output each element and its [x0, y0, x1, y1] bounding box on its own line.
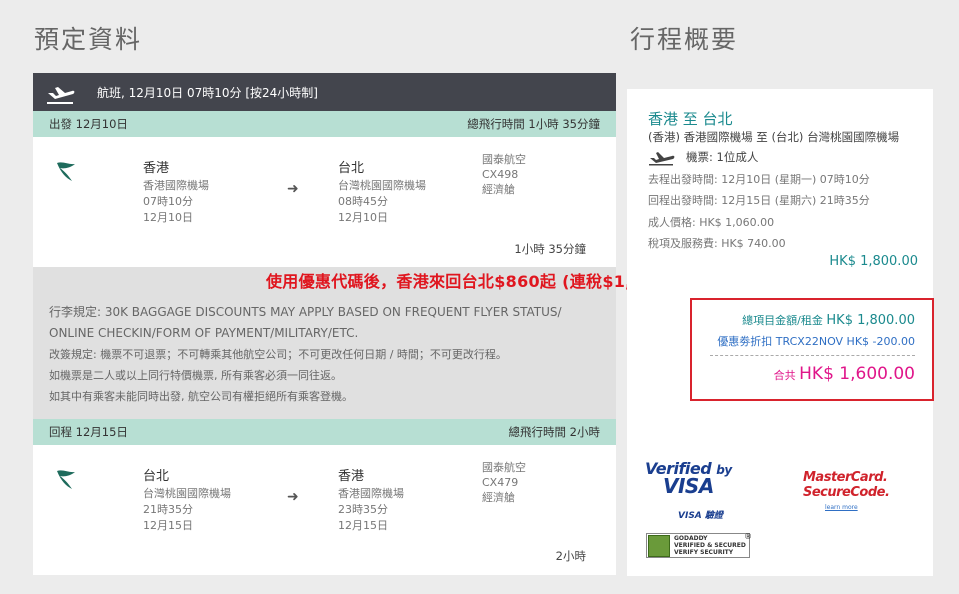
origin-time: 21時35分 [143, 503, 193, 516]
flight-header-text: 航班, 12月10日 07時10分 [按24小時制] [97, 85, 318, 100]
discount-line: 優惠劵折扣 TRCX22NOV HK$ -200.00 [717, 335, 915, 348]
plane-icon [47, 87, 75, 104]
depart-time: 去程出發時間: 12月10日 (星期一) 07時10分 [648, 173, 870, 186]
godaddy-seal[interactable]: GODADDY VERIFIED & SECURED VERIFY SECURI… [646, 533, 750, 558]
subtotal-amount: HK$ 1,800.00 [829, 254, 918, 269]
change-rule: 改簽規定: 機票不可退票；不可轉乘其他航空公司；不可更改任何日期 / 時間；不可… [49, 348, 507, 361]
destination-time: 08時45分 [338, 195, 388, 208]
cathay-logo-icon [57, 162, 75, 181]
inbound-flight-info: 國泰航空 CX479 經濟艙 [482, 460, 526, 505]
destination-date: 12月10日 [338, 211, 388, 224]
return-time: 回程出發時間: 12月15日 (星期六) 21時35分 [648, 194, 870, 207]
visa-verify-link[interactable]: VISA 驗證 [678, 508, 723, 521]
destination-city: 香港 [338, 469, 365, 484]
origin-airport: 台灣桃園國際機場 [143, 487, 231, 500]
grand-total-label: 合共 [773, 369, 796, 382]
destination-city: 台北 [338, 161, 365, 176]
summary-airports: (香港) 香港國際機場 至 (台北) 台灣桃園國際機場 [648, 130, 900, 144]
airline-name: 國泰航空 [482, 461, 526, 474]
flight-number: CX479 [482, 476, 519, 489]
destination-airport: 香港國際機場 [338, 487, 404, 500]
origin-date: 12月10日 [143, 211, 193, 224]
grand-total-line: 合共 HK$ 1,600.00 [774, 364, 915, 384]
right-arrow-icon: ➜ [287, 489, 299, 505]
adult-price: 成人價格: HK$ 1,060.00 [648, 216, 775, 229]
mastercard-securecode-logo[interactable]: MasterCard. SecureCode. [803, 470, 890, 500]
gd-brand: GODADDY [674, 535, 708, 542]
origin-date: 12月15日 [143, 519, 193, 532]
verified-by-visa-logo[interactable]: Verified by VISA [645, 459, 732, 498]
flight-number: CX498 [482, 168, 519, 181]
inbound-destination: 香港 香港國際機場 23時35分 12月15日 [338, 469, 404, 534]
destination-airport: 台灣桃園國際機場 [338, 179, 426, 192]
outbound-date: 出發 12月10日 [49, 117, 128, 131]
origin-city: 台北 [143, 469, 170, 484]
destination-time: 23時35分 [338, 503, 388, 516]
itinerary-summary-title: 行程概要 [630, 25, 739, 54]
outbound-duration: 1小時 35分鐘 [514, 242, 586, 256]
ticket-count-label: 機票: 1位成人 [686, 150, 759, 164]
gd-verified: VERIFIED & SECURED [674, 542, 746, 549]
inbound-total-duration: 總飛行時間 2小時 [508, 425, 600, 439]
lock-icon [648, 534, 670, 557]
mc-securecode: SecureCode. [803, 485, 890, 500]
registered-mark: ® [744, 532, 752, 541]
inbound-date: 回程 12月15日 [49, 425, 128, 439]
origin-city: 香港 [143, 161, 170, 176]
inbound-origin: 台北 台灣桃園國際機場 21時35分 12月15日 [143, 469, 231, 534]
booking-details-title: 預定資料 [34, 25, 143, 54]
inbound-bar: 回程 12月15日 總飛行時間 2小時 [33, 419, 616, 445]
baggage-rule: 行李規定: 30K BAGGAGE DISCOUNTS MAY APPLY BA… [49, 305, 562, 340]
cathay-logo-icon [57, 470, 75, 489]
summary-route: 香港 至 台北 [648, 110, 733, 128]
outbound-bar: 出發 12月10日 總飛行時間 1小時 35分鐘 [33, 111, 616, 137]
divider [710, 355, 915, 356]
total-label: 總項目金額/租金 [742, 314, 823, 327]
flight-header: 航班, 12月10日 07時10分 [按24小時制] [33, 73, 616, 111]
gd-verify: VERIFY SECURITY [674, 549, 734, 556]
destination-date: 12月15日 [338, 519, 388, 532]
together-rule: 如機票是二人或以上同行特價機票, 所有乘客必須一同往返。 [49, 369, 342, 382]
ticket-count: 機票: 1位成人 [648, 148, 758, 166]
total-box: 總項目金額/租金 HK$ 1,800.00 優惠劵折扣 TRCX22NOV HK… [690, 298, 934, 401]
outbound-total-duration: 總飛行時間 1小時 35分鐘 [467, 117, 600, 131]
right-arrow-icon: ➜ [287, 181, 299, 197]
outbound-flight-info: 國泰航空 CX498 經濟艙 [482, 152, 526, 197]
origin-time: 07時10分 [143, 195, 193, 208]
vbv-by: by [716, 463, 732, 477]
cabin-class: 經濟艙 [482, 183, 515, 196]
tax-fee: 稅項及服務費: HK$ 740.00 [648, 237, 786, 250]
outbound-origin: 香港 香港國際機場 07時10分 12月10日 [143, 161, 209, 226]
inbound-segment: 台北 台灣桃園國際機場 21時35分 12月15日 ➜ 香港 香港國際機場 23… [33, 445, 616, 575]
plane-icon [649, 152, 675, 166]
grand-total-amount: HK$ 1,600.00 [799, 364, 915, 384]
booking-panel: 航班, 12月10日 07時10分 [按24小時制] 出發 12月10日 總飛行… [33, 73, 616, 594]
mastercard-learn-more-link[interactable]: learn more [825, 504, 858, 511]
outbound-destination: 台北 台灣桃園國際機場 08時45分 12月10日 [338, 161, 426, 226]
mc-mastercard: MasterCard. [803, 470, 888, 485]
airline-name: 國泰航空 [482, 153, 526, 166]
total-line: 總項目金額/租金 HK$ 1,800.00 [742, 312, 915, 328]
noshow-rule: 如其中有乘客未能同時出發, 航空公司有權拒絕所有乘客登機。 [49, 390, 353, 403]
inbound-duration: 2小時 [555, 549, 586, 563]
origin-airport: 香港國際機場 [143, 179, 209, 192]
total-amount: HK$ 1,800.00 [826, 313, 915, 328]
cabin-class: 經濟艙 [482, 491, 515, 504]
outbound-segment: 香港 香港國際機場 07時10分 12月10日 ➜ 台北 台灣桃園國際機場 08… [33, 137, 616, 267]
